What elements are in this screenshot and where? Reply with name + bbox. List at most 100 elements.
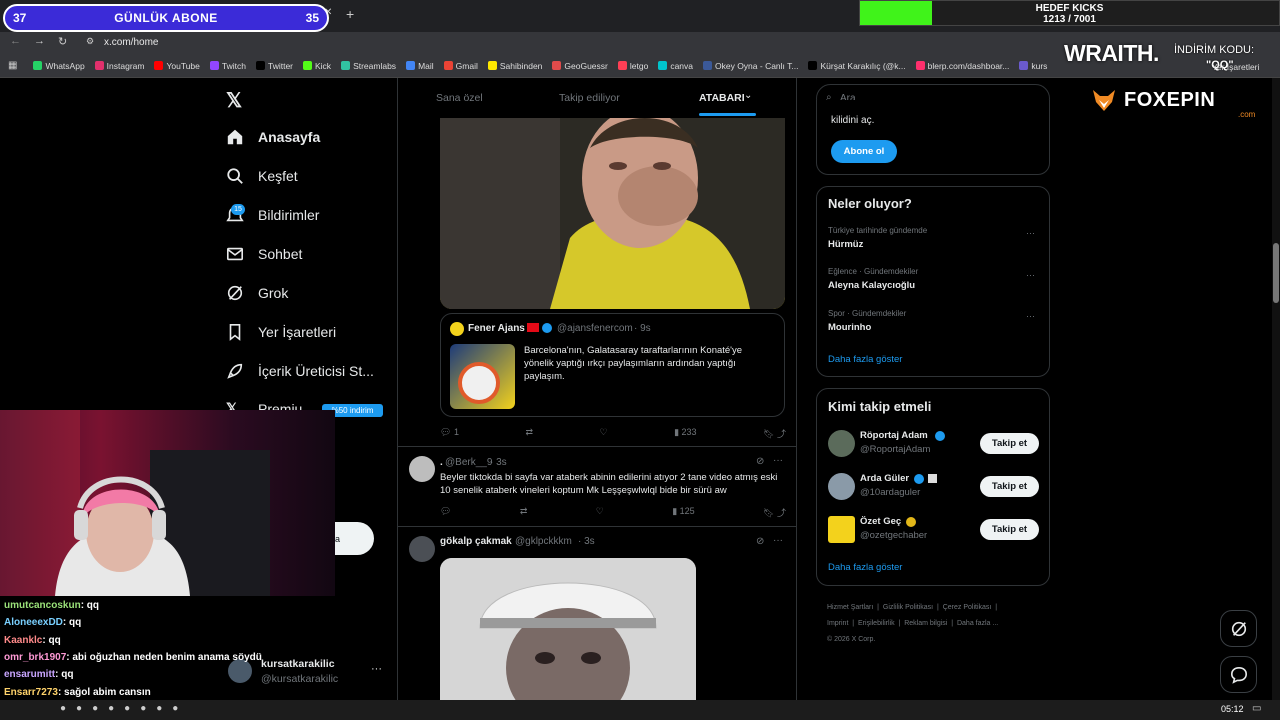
views-count[interactable]: ▮ 233 — [674, 427, 696, 440]
bookmark-button[interactable]: 🔖︎ ⤴ — [763, 506, 786, 519]
forward-icon[interactable]: → — [34, 35, 45, 47]
site-info-icon[interactable]: ⚙ — [86, 36, 94, 47]
bookmarks-right[interactable]: Yer İşaretleri — [1212, 62, 1259, 72]
nav-explore[interactable]: Keşfet — [226, 167, 298, 185]
post2-author[interactable]: . — [440, 457, 443, 468]
show-more-follow[interactable]: Daha fazla göster — [828, 562, 902, 573]
trend-more-icon[interactable]: ··· — [1026, 228, 1035, 238]
repost-button[interactable]: ⇄ — [520, 506, 528, 519]
post-more-icon[interactable]: ··· — [773, 455, 783, 466]
bookmark-item[interactable]: YouTube — [154, 61, 200, 71]
bookmark-item[interactable]: Instagram — [94, 61, 144, 71]
bookmark-favicon-icon — [658, 61, 668, 70]
nav-bookmarks[interactable]: Yer İşaretleri — [226, 323, 336, 341]
bookmark-item[interactable]: Twitter — [255, 61, 293, 71]
post2-avatar[interactable] — [409, 456, 435, 482]
taskbar-clock[interactable]: 05:12 — [1221, 704, 1244, 714]
nav-grok[interactable]: Grok — [226, 284, 288, 302]
notification-center-icon[interactable]: ▭ — [1252, 703, 1261, 714]
footer-link[interactable]: Imprint — [827, 620, 848, 627]
post-more-icon[interactable]: ··· — [773, 535, 783, 546]
grok-floating-button[interactable] — [1220, 610, 1257, 647]
follow-button[interactable]: Takip et — [980, 433, 1039, 454]
follow-name[interactable]: Röportaj Adam — [860, 430, 928, 441]
bookmark-item[interactable]: Gmail — [443, 61, 478, 71]
trend-item[interactable]: Eğlence · Gündemdekiler Aleyna Kalaycıoğ… — [828, 267, 918, 291]
follow-button[interactable]: Takip et — [980, 519, 1039, 540]
follow-button[interactable]: Takip et — [980, 476, 1039, 497]
bookmark-item[interactable]: WhatsApp — [33, 61, 85, 71]
follow-handle: @RoportajAdam — [860, 444, 931, 455]
post3-handle[interactable]: @gklpckkkm — [515, 536, 572, 547]
nav-creator-studio[interactable]: İçerik Üreticisi St... — [226, 362, 374, 380]
account-name[interactable]: kursatkarakilic — [261, 658, 335, 670]
quoted-post[interactable]: Fener Ajans @ajansfenercom · 9s Barcelon… — [440, 313, 785, 417]
bookmark-item[interactable]: Sahibinden — [487, 61, 542, 71]
account-more-icon[interactable]: ··· — [371, 663, 382, 675]
bookmark-item[interactable]: Twitch — [209, 61, 246, 71]
bookmark-item[interactable]: Streamlabs — [341, 61, 396, 71]
post3-avatar[interactable] — [409, 536, 435, 562]
post1-video[interactable] — [440, 118, 785, 309]
follow-name[interactable]: Özet Geç — [860, 516, 901, 527]
subscribe-button[interactable]: Abone ol — [831, 140, 897, 163]
url-text[interactable]: x.com/home — [104, 37, 158, 48]
tab-for-you[interactable]: Sana özel — [436, 92, 483, 104]
x-logo[interactable]: 𝕏 — [226, 88, 242, 113]
chat-username[interactable]: ensarumitt — [4, 669, 55, 680]
chat-username[interactable]: omr_brk1907 — [4, 652, 66, 663]
post2-handle[interactable]: @Berk__9 — [445, 457, 492, 468]
trend-more-icon[interactable]: ··· — [1026, 311, 1035, 321]
scrollbar-thumb[interactable] — [1273, 243, 1279, 303]
repost-button[interactable]: ⇄ — [525, 427, 533, 440]
follow-avatar[interactable] — [828, 473, 855, 500]
footer-link[interactable]: Erişilebilirlik — [858, 620, 895, 627]
bookmark-item[interactable]: kurs — [1019, 61, 1047, 71]
new-tab-button[interactable]: + — [346, 6, 354, 22]
reply-button[interactable]: 💬︎ 1 — [440, 427, 459, 440]
chat-username[interactable]: Kaanklc — [4, 635, 42, 646]
bookmark-item[interactable]: Kürşat Karakılıç (@k... — [808, 61, 906, 71]
messages-floating-button[interactable] — [1220, 656, 1257, 693]
footer-link[interactable]: Gizlilik Politikası — [883, 604, 933, 611]
reload-icon[interactable]: ↻ — [58, 35, 67, 48]
follow-avatar[interactable] — [828, 516, 855, 543]
grok-post-icon[interactable]: ⊘ — [756, 456, 764, 467]
like-button[interactable]: ♡ — [600, 427, 608, 440]
bookmark-item[interactable]: Mail — [406, 61, 434, 71]
bookmark-button[interactable]: 🔖︎ ⤴ — [763, 427, 786, 440]
nav-messages[interactable]: Sohbet — [226, 245, 302, 263]
grok-post-icon[interactable]: ⊘ — [756, 536, 764, 547]
show-more-trends[interactable]: Daha fazla göster — [828, 354, 902, 365]
like-button[interactable]: ♡ — [596, 506, 604, 519]
footer-link[interactable]: Reklam bilgisi — [904, 620, 947, 627]
chat-username[interactable]: Ensarr7273 — [4, 687, 58, 698]
tab-atabari[interactable]: ATABARI — [699, 92, 745, 104]
bookmark-item[interactable]: canva — [658, 61, 693, 71]
bookmark-item[interactable]: Okey Oyna - Canlı T... — [703, 61, 798, 71]
views-count[interactable]: ▮ 125 — [672, 506, 694, 519]
nav-home[interactable]: Anasayfa — [226, 128, 320, 146]
footer-link[interactable]: Hizmet Şartları — [827, 604, 873, 611]
footer-link[interactable]: Daha fazla ... — [957, 620, 998, 627]
tab-following[interactable]: Takip ediliyor — [559, 92, 620, 104]
trend-more-icon[interactable]: ··· — [1026, 270, 1035, 280]
reply-button[interactable]: 💬︎ — [440, 506, 451, 519]
follow-name[interactable]: Arda Güler — [860, 473, 909, 484]
post3-image[interactable] — [440, 558, 696, 700]
apps-grid-icon[interactable]: ▦ — [8, 60, 17, 71]
footer-link[interactable]: Çerez Politikası — [943, 604, 992, 611]
bookmark-item[interactable]: letgo — [617, 61, 648, 71]
bookmark-item[interactable]: Kick — [303, 61, 331, 71]
trend-item[interactable]: Spor · Gündemdekiler Mourinho — [828, 309, 906, 333]
page-scrollbar[interactable] — [1272, 78, 1280, 700]
back-icon[interactable]: ← — [10, 35, 21, 47]
bookmark-item[interactable]: blerp.com/dashboar... — [915, 61, 1009, 71]
chat-username[interactable]: umutcancoskun — [4, 600, 81, 611]
chevron-down-icon[interactable]: ⌄ — [744, 90, 752, 101]
trend-item[interactable]: Türkiye tarihinde gündemde Hürmüz — [828, 226, 927, 250]
follow-avatar[interactable] — [828, 430, 855, 457]
bookmark-item[interactable]: GeoGuessr — [552, 61, 608, 71]
post3-author[interactable]: gökalp çakmak — [440, 536, 512, 547]
chat-username[interactable]: AloneeexDD — [4, 617, 63, 628]
